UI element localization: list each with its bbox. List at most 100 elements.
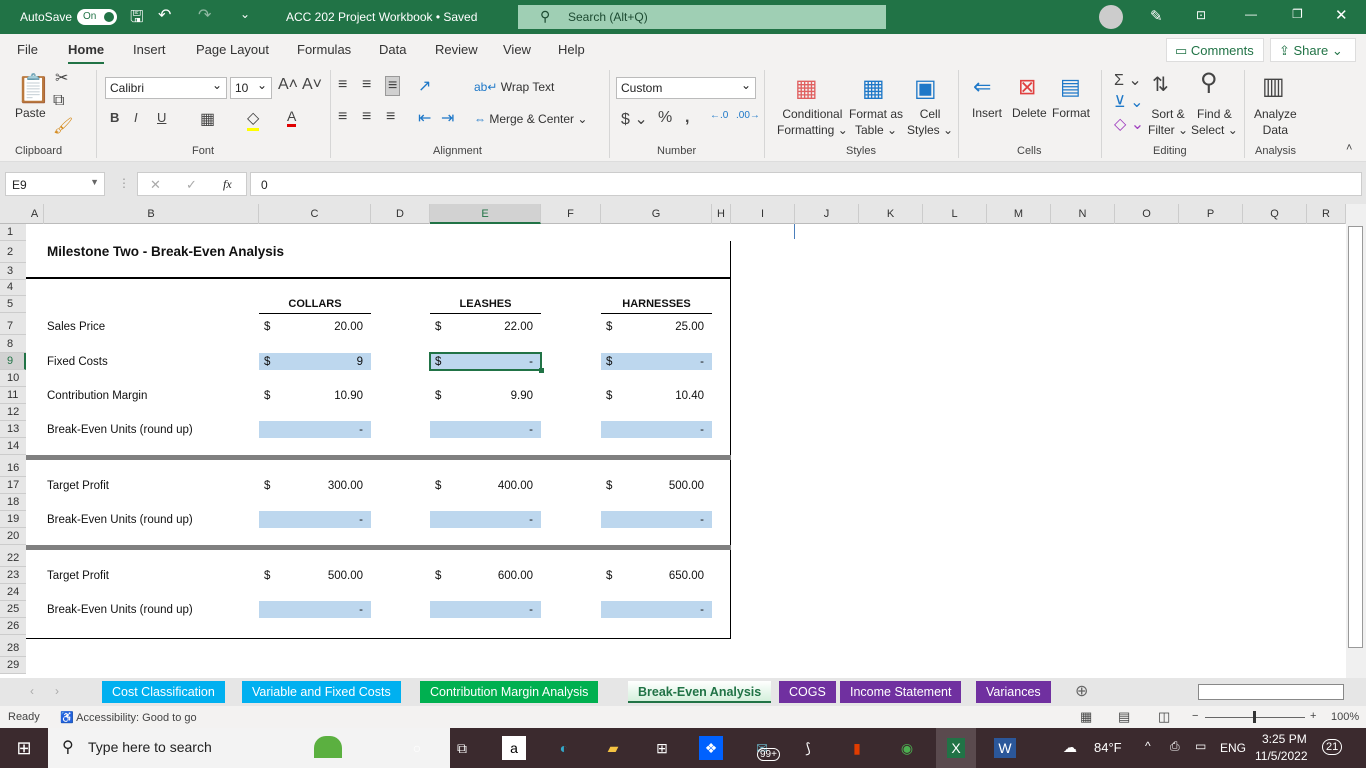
merge-center-button[interactable]: ⇔ Merge & Center ⌄ (474, 112, 587, 126)
value-cell[interactable]: $500.00 (601, 477, 712, 494)
row-header-22[interactable]: 22 (0, 550, 26, 567)
row-header-26[interactable]: 26 (0, 618, 26, 635)
value-cell[interactable]: - (259, 511, 371, 528)
cell-styles-icon[interactable]: ▣ (914, 74, 937, 103)
cut-icon[interactable]: ✂ (55, 68, 68, 88)
fill-color-icon[interactable]: ◇ (247, 108, 260, 131)
paste-icon[interactable]: 📋 (16, 72, 51, 105)
column-header-D[interactable]: D (371, 204, 430, 224)
paste-button[interactable]: Paste (15, 106, 46, 120)
undo-icon[interactable]: ↶ (158, 5, 171, 25)
cortana-icon[interactable]: ○ (405, 736, 429, 760)
new-sheet-icon[interactable]: ⊕ (1075, 681, 1088, 701)
row-header-23[interactable]: 23 (0, 567, 26, 584)
menu-help[interactable]: Help (558, 42, 585, 57)
value-cell[interactable]: - (259, 601, 371, 618)
row-header-25[interactable]: 25 (0, 601, 26, 618)
analyze-data-icon[interactable]: ▥ (1262, 72, 1285, 101)
value-cell[interactable]: $650.00 (601, 567, 712, 584)
row-header-9[interactable]: 9 (0, 353, 26, 370)
column-header-P[interactable]: P (1179, 204, 1243, 224)
windows-start-icon[interactable]: ⊞ (12, 736, 36, 760)
column-header-H[interactable]: H (712, 204, 731, 224)
word-icon[interactable]: W (993, 736, 1017, 760)
language-indicator[interactable]: ENG (1220, 741, 1246, 755)
find-icon[interactable]: ⚲ (1200, 68, 1218, 97)
underline-icon[interactable]: U (157, 110, 166, 125)
excel-taskbar-icon[interactable]: X (936, 728, 976, 768)
chrome-icon[interactable]: ◉ (895, 736, 919, 760)
decrease-indent-icon[interactable]: ⇤ (418, 108, 431, 128)
minimize-icon[interactable]: — (1245, 7, 1257, 21)
insert-cells-icon[interactable]: ⇐ (973, 74, 991, 100)
document-title[interactable]: ACC 202 Project Workbook • Saved (286, 10, 477, 24)
value-cell[interactable]: $600.00 (430, 567, 541, 584)
zoom-out-icon[interactable]: − (1192, 710, 1198, 722)
taskbar-search[interactable]: ⚲ Type here to search (48, 728, 450, 768)
value-cell[interactable]: $400.00 (430, 477, 541, 494)
row-header-29[interactable]: 29 (0, 657, 26, 674)
column-header-A[interactable]: A (26, 204, 44, 224)
increase-font-icon[interactable]: A˄ (278, 76, 298, 94)
store-icon[interactable]: ⊞ (650, 736, 674, 760)
sheet-tab-break-even-analysis[interactable]: Break-Even Analysis (628, 681, 772, 703)
insert-function-icon[interactable]: fx (223, 177, 232, 192)
zoom-level[interactable]: 100% (1331, 711, 1359, 723)
format-painter-icon[interactable]: 🖌 (53, 116, 73, 136)
row-header-13[interactable]: 13 (0, 421, 26, 438)
row-header-1[interactable]: 1 (0, 224, 26, 241)
sheet-tab-variable-and-fixed-costs[interactable]: Variable and Fixed Costs (242, 681, 401, 703)
comma-style-icon[interactable]: , (685, 109, 689, 127)
row-header-7[interactable]: 7 (0, 318, 26, 335)
sheet-tab-contribution-margin-analysis[interactable]: Contribution Margin Analysis (420, 681, 599, 703)
align-middle-icon[interactable]: ≡ (362, 76, 371, 94)
row-header-20[interactable]: 20 (0, 528, 26, 545)
app-icon[interactable]: ⟆ (796, 736, 820, 760)
value-cell[interactable]: - (259, 421, 371, 438)
menu-home[interactable]: Home (68, 42, 105, 65)
accessibility-status[interactable]: ♿ Accessibility: Good to go (60, 711, 197, 724)
value-cell[interactable]: $300.00 (259, 477, 371, 494)
insert-button[interactable]: Insert (972, 106, 1002, 120)
row-header-17[interactable]: 17 (0, 477, 26, 494)
font-name-select[interactable]: Calibri (105, 77, 227, 99)
value-cell[interactable]: $9 (259, 353, 371, 370)
autosave-toggle[interactable]: On (77, 9, 117, 25)
column-header-O[interactable]: O (1115, 204, 1179, 224)
account-avatar[interactable] (1099, 5, 1123, 29)
fill-handle[interactable] (539, 368, 544, 373)
search-box[interactable]: ⚲ Search (Alt+Q) (518, 5, 886, 29)
copy-icon[interactable]: ⧉ (53, 92, 64, 110)
align-left-icon[interactable]: ≡ (338, 108, 347, 126)
edge-icon[interactable]: ◐ (552, 736, 576, 760)
next-sheet-icon[interactable]: › (55, 684, 59, 698)
conditional-formatting-button[interactable]: Conditional Formatting ⌄ (777, 106, 848, 138)
increase-decimal-icon[interactable]: ←.0 (710, 110, 728, 121)
restore-icon[interactable]: ❐ (1292, 7, 1303, 21)
network-icon[interactable]: ▭ (1195, 739, 1206, 753)
vertical-scrollbar[interactable] (1346, 204, 1366, 678)
weather-icon[interactable]: ☁ (1063, 739, 1077, 756)
column-header-J[interactable]: J (795, 204, 859, 224)
office-icon[interactable]: ▮ (845, 736, 869, 760)
align-bottom-icon[interactable]: ≡ (385, 76, 401, 96)
page-layout-view-icon[interactable]: ▤ (1118, 709, 1130, 725)
column-header-C[interactable]: C (259, 204, 371, 224)
menu-formulas[interactable]: Formulas (297, 42, 351, 57)
fill-icon[interactable]: ⊻ ⌄ (1114, 92, 1144, 112)
column-header-K[interactable]: K (859, 204, 923, 224)
value-cell[interactable]: $ - (601, 353, 712, 370)
file-explorer-icon[interactable]: ▰ (601, 736, 625, 760)
comments-button[interactable]: ▭ Comments (1166, 38, 1264, 62)
cancel-icon[interactable]: ✕ (150, 177, 161, 193)
column-header-I[interactable]: I (731, 204, 795, 224)
align-center-icon[interactable]: ≡ (362, 108, 371, 126)
column-header-G[interactable]: G (601, 204, 712, 224)
value-cell[interactable]: - (430, 601, 541, 618)
row-header-4[interactable]: 4 (0, 279, 26, 296)
value-cell[interactable]: - (601, 421, 712, 438)
format-button[interactable]: Format (1052, 106, 1090, 120)
row-header-19[interactable]: 19 (0, 511, 26, 528)
row-header-16[interactable]: 16 (0, 460, 26, 477)
conditional-formatting-icon[interactable]: ▦ (795, 74, 818, 103)
